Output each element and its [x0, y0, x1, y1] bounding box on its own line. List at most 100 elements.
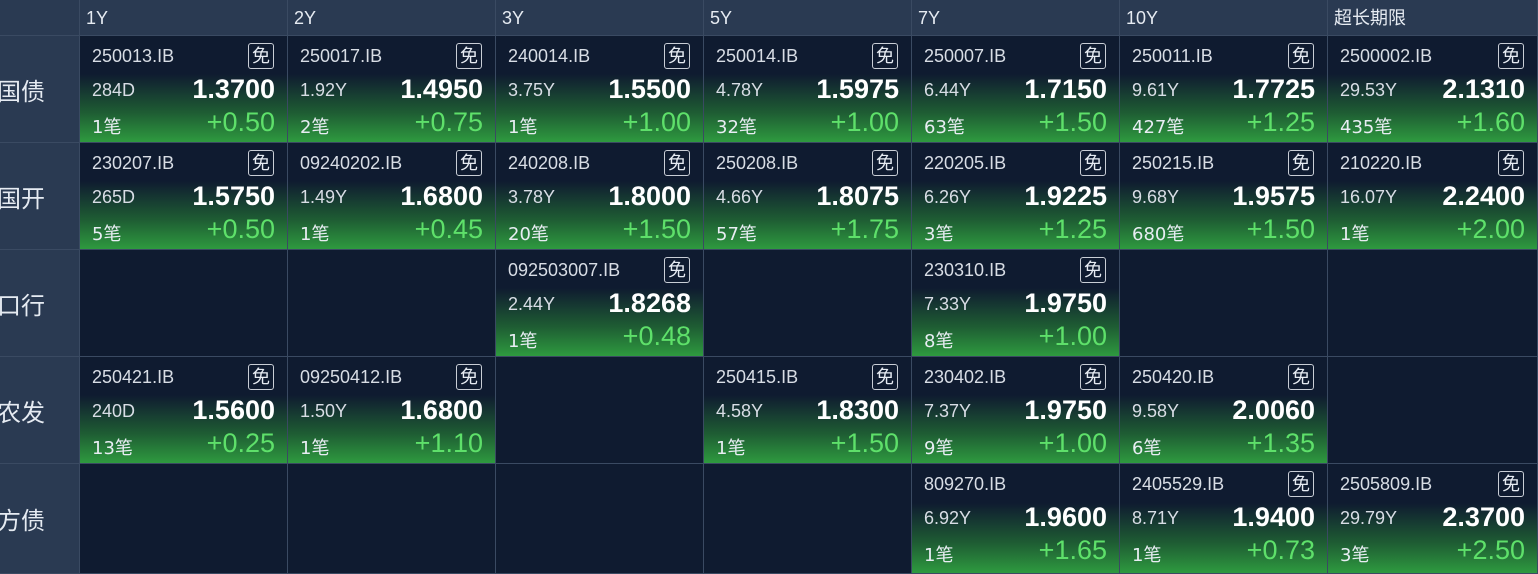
yield-change: +0.48 [622, 321, 691, 351]
bond-quote-cell[interactable]: 09240202.IB 免 1.49Y 1.6800 1笔 +0.45 [288, 143, 496, 250]
column-header-tenor[interactable]: 1Y [80, 0, 288, 36]
yield-change: +1.00 [622, 107, 691, 137]
yield-change: +0.45 [414, 214, 483, 244]
empty-cell [1328, 250, 1538, 357]
tax-exempt-badge: 免 [872, 150, 898, 176]
empty-cell [496, 464, 704, 574]
bond-quote-cell[interactable]: 210220.IB 免 16.07Y 2.2400 1笔 +2.00 [1328, 143, 1538, 250]
bond-quote-cell[interactable]: 092503007.IB 免 2.44Y 1.8268 1笔 +0.48 [496, 250, 704, 357]
tax-exempt-badge: 免 [872, 364, 898, 390]
yield-rate: 2.1310 [1442, 74, 1525, 104]
bond-quote-cell[interactable]: 240208.IB 免 3.78Y 1.8000 20笔 +1.50 [496, 143, 704, 250]
bond-code: 092503007.IB [508, 260, 621, 280]
tax-exempt-badge: 免 [456, 43, 482, 69]
row-label-issuer[interactable]: 进出口行 [0, 250, 80, 357]
bond-quote-cell[interactable]: 230310.IB 免 7.33Y 1.9750 8笔 +1.00 [912, 250, 1120, 357]
bond-quote-cell[interactable]: 250208.IB 免 4.66Y 1.8075 57笔 +1.75 [704, 143, 912, 250]
yield-rate: 2.2400 [1442, 181, 1525, 211]
remaining-tenor: 16.07Y [1340, 187, 1398, 207]
tax-exempt-badge: 免 [248, 150, 274, 176]
bond-quote-cell[interactable]: 2505809.IB 免 29.79Y 2.3700 3笔 +2.50 [1328, 464, 1538, 574]
bond-quote-cell[interactable]: 2405529.IB 免 8.71Y 1.9400 1笔 +0.73 [1120, 464, 1328, 574]
column-header-tenor[interactable]: 2Y [288, 0, 496, 36]
yield-rate: 1.9750 [1024, 288, 1107, 318]
bond-code: 250013.IB [92, 46, 175, 66]
bond-code: 220205.IB [924, 153, 1007, 173]
bond-code: 250420.IB [1132, 367, 1215, 387]
trade-count: 1笔 [924, 545, 954, 566]
yield-change: +1.00 [1038, 321, 1107, 351]
empty-cell [704, 464, 912, 574]
remaining-tenor: 240D [92, 401, 136, 421]
yield-rate: 2.0060 [1232, 395, 1315, 425]
bond-quote-cell[interactable]: 250415.IB 免 4.58Y 1.8300 1笔 +1.50 [704, 357, 912, 464]
bond-quote-cell[interactable]: 250014.IB 免 4.78Y 1.5975 32笔 +1.00 [704, 36, 912, 143]
bond-quote-cell[interactable]: 250011.IB 免 9.61Y 1.7725 427笔 +1.25 [1120, 36, 1328, 143]
column-header-tenor[interactable]: 7Y [912, 0, 1120, 36]
trade-count: 427笔 [1132, 117, 1185, 138]
bond-quote-cell[interactable]: 250421.IB 免 240D 1.5600 13笔 +0.25 [80, 357, 288, 464]
yield-change: +1.60 [1456, 107, 1525, 137]
bond-code: 09250412.IB [300, 367, 403, 387]
trade-count: 13笔 [92, 438, 133, 459]
bond-quote-grid: 1Y 2Y 3Y 5Y 7Y 10Y 超长期限 国债 250013.IB 免 284D 1.3700 1… [0, 0, 1538, 574]
trade-count: 1笔 [300, 224, 330, 245]
yield-rate: 1.5750 [192, 181, 275, 211]
trade-count: 6笔 [1132, 438, 1162, 459]
remaining-tenor: 4.78Y [716, 80, 764, 100]
yield-rate: 1.6800 [400, 395, 483, 425]
trade-count: 1笔 [716, 438, 746, 459]
tax-exempt-badge: 免 [1080, 43, 1106, 69]
yield-change: +1.00 [1038, 428, 1107, 458]
yield-rate: 1.9600 [1024, 502, 1107, 532]
tax-exempt-badge: 免 [1080, 150, 1106, 176]
row-label-issuer[interactable]: 地方债 [0, 464, 80, 574]
bond-code: 09240202.IB [300, 153, 403, 173]
bond-code: 2500002.IB [1340, 46, 1433, 66]
tax-exempt-badge: 免 [248, 43, 274, 69]
row-label-issuer[interactable]: 农发 [0, 357, 80, 464]
trade-count: 3笔 [924, 224, 954, 245]
column-header-tenor[interactable]: 5Y [704, 0, 912, 36]
bond-quote-cell[interactable]: 2500002.IB 免 29.53Y 2.1310 435笔 +1.60 [1328, 36, 1538, 143]
bond-code: 809270.IB [924, 474, 1007, 494]
bond-code: 250017.IB [300, 46, 383, 66]
bond-quote-cell[interactable]: 250215.IB 免 9.68Y 1.9575 680笔 +1.50 [1120, 143, 1328, 250]
bond-quote-cell[interactable]: 809270.IB 6.92Y 1.9600 1笔 +1.65 [912, 464, 1120, 574]
remaining-tenor: 4.58Y [716, 401, 764, 421]
trade-count: 3笔 [1340, 545, 1370, 566]
column-header-tenor[interactable]: 3Y [496, 0, 704, 36]
bond-quote-cell[interactable]: 250007.IB 免 6.44Y 1.7150 63笔 +1.50 [912, 36, 1120, 143]
bond-code: 250415.IB [716, 367, 799, 387]
yield-rate: 1.6800 [400, 181, 483, 211]
row-label-issuer[interactable]: 国开 [0, 143, 80, 250]
bond-quote-cell[interactable]: 250420.IB 免 9.58Y 2.0060 6笔 +1.35 [1120, 357, 1328, 464]
column-header-tenor[interactable]: 10Y [1120, 0, 1328, 36]
yield-rate: 1.5975 [816, 74, 899, 104]
trade-count: 1笔 [1340, 224, 1370, 245]
empty-cell [288, 250, 496, 357]
tax-exempt-badge: 免 [1288, 364, 1314, 390]
bond-code: 230402.IB [924, 367, 1007, 387]
bond-quote-cell[interactable]: 240014.IB 免 3.75Y 1.5500 1笔 +1.00 [496, 36, 704, 143]
row-label-issuer[interactable]: 国债 [0, 36, 80, 143]
bond-quote-cell[interactable]: 230402.IB 免 7.37Y 1.9750 9笔 +1.00 [912, 357, 1120, 464]
bond-quote-cell[interactable]: 250013.IB 免 284D 1.3700 1笔 +0.50 [80, 36, 288, 143]
column-header-tenor[interactable]: 超长期限 [1328, 0, 1538, 36]
yield-change: +1.50 [1038, 107, 1107, 137]
yield-change: +0.73 [1246, 535, 1315, 565]
bond-code: 230310.IB [924, 260, 1007, 280]
bond-code: 250014.IB [716, 46, 799, 66]
yield-rate: 1.5600 [192, 395, 275, 425]
bond-quote-cell[interactable]: 230207.IB 免 265D 1.5750 5笔 +0.50 [80, 143, 288, 250]
yield-change: +0.50 [206, 107, 275, 137]
yield-change: +1.25 [1246, 107, 1315, 137]
remaining-tenor: 9.61Y [1132, 80, 1180, 100]
bond-quote-cell[interactable]: 220205.IB 免 6.26Y 1.9225 3笔 +1.25 [912, 143, 1120, 250]
bond-quote-cell[interactable]: 09250412.IB 免 1.50Y 1.6800 1笔 +1.10 [288, 357, 496, 464]
yield-rate: 2.3700 [1442, 502, 1525, 532]
yield-change: +0.25 [206, 428, 275, 458]
yield-rate: 1.8000 [608, 181, 691, 211]
bond-quote-cell[interactable]: 250017.IB 免 1.92Y 1.4950 2笔 +0.75 [288, 36, 496, 143]
remaining-tenor: 265D [92, 187, 136, 207]
